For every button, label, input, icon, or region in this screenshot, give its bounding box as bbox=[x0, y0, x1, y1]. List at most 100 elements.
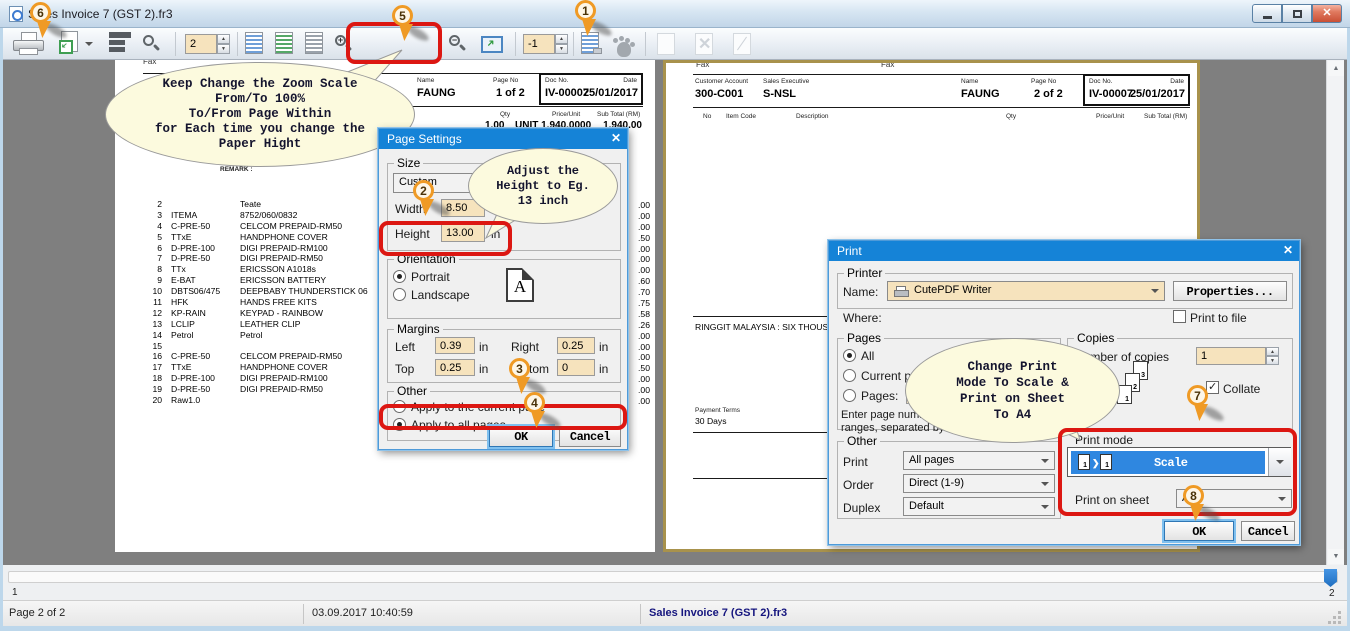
item-code: TTx bbox=[162, 264, 240, 275]
item-code: LCLIP bbox=[162, 319, 240, 330]
pages-range-radio[interactable] bbox=[843, 389, 856, 402]
item-code: Petrol bbox=[162, 330, 240, 341]
margin-right-input[interactable]: 0.25 bbox=[557, 337, 595, 354]
dialog-title: Page Settings bbox=[387, 132, 462, 146]
properties-button[interactable]: Properties... bbox=[1173, 281, 1287, 301]
resize-grip[interactable] bbox=[1338, 611, 1341, 614]
toolbar-divider bbox=[515, 32, 516, 56]
print-title-bar[interactable]: Print bbox=[829, 241, 1299, 261]
clipped-header-text: Fax bbox=[881, 63, 921, 69]
outline-button[interactable] bbox=[105, 32, 133, 58]
whole-page-icon bbox=[245, 32, 263, 54]
item-no: 10 bbox=[140, 286, 162, 297]
fullscreen-button[interactable] bbox=[481, 34, 507, 56]
pages-current-radio[interactable] bbox=[843, 369, 856, 382]
pages-all-radio[interactable] bbox=[843, 349, 856, 362]
qty-column-label: Qty bbox=[1006, 113, 1016, 120]
status-filename: Sales Invoice 7 (GST 2).fr3 bbox=[649, 607, 787, 619]
name-label: Name bbox=[417, 77, 434, 84]
order-select[interactable]: Direct (1-9) bbox=[903, 474, 1055, 493]
page-settings-title-bar[interactable]: Page Settings bbox=[379, 129, 627, 149]
copies-stepper[interactable]: ▲▼ bbox=[1266, 347, 1279, 367]
description-column-label: Description bbox=[796, 113, 829, 120]
edit-page-button[interactable] bbox=[611, 36, 641, 58]
portrait-radio[interactable] bbox=[393, 270, 406, 283]
item-code: C-PRE-50 bbox=[162, 351, 240, 362]
print-to-file-label: Print to file bbox=[1190, 311, 1247, 325]
amount-in-words: RINGGIT MALAYSIA : SIX THOUSAN bbox=[695, 322, 840, 332]
duplex-select[interactable]: Default bbox=[903, 497, 1055, 516]
date-label: Date bbox=[623, 77, 637, 84]
landscape-radio[interactable] bbox=[393, 288, 406, 301]
item-no: 2 bbox=[140, 199, 162, 210]
doc-number-box: Doc No. Date IV-00007 25/01/2017 bbox=[1083, 74, 1190, 106]
zoom-out-button[interactable]: − bbox=[449, 35, 471, 57]
spin-up-icon[interactable]: ▲ bbox=[1266, 347, 1279, 356]
collate-label: Collate bbox=[1223, 382, 1260, 396]
no-column-label: No bbox=[703, 113, 711, 120]
preview-app-icon bbox=[9, 6, 23, 22]
highlight-apply-all-pages bbox=[379, 404, 627, 430]
item-no: 4 bbox=[140, 221, 162, 232]
page-track-thumb[interactable] bbox=[1324, 569, 1337, 587]
margin-bottom-input[interactable]: 0 bbox=[557, 359, 595, 376]
edit-page-design-button bbox=[731, 32, 757, 58]
spin-up-icon[interactable]: ▲ bbox=[217, 34, 230, 44]
sales-executive-label: Sales Executive bbox=[763, 78, 809, 85]
highlight-height-field bbox=[379, 221, 512, 256]
copies-group-label: Copies bbox=[1074, 331, 1117, 345]
name-label: Name bbox=[961, 78, 978, 85]
new-page-button bbox=[655, 32, 681, 58]
margins-group-label: Margins bbox=[394, 322, 443, 336]
outline-icon bbox=[109, 32, 131, 54]
item-no: 19 bbox=[140, 384, 162, 395]
maximize-button[interactable] bbox=[1282, 4, 1312, 23]
subtotal-column-label: Sub Total (RM) bbox=[1144, 113, 1187, 120]
hand-tool-icon bbox=[617, 42, 631, 57]
item-code-column-label: Item Code bbox=[726, 113, 756, 120]
close-icon[interactable]: ✕ bbox=[611, 131, 621, 145]
status-page-info: Page 2 of 2 bbox=[9, 607, 65, 619]
margin-left-input[interactable]: 0.39 bbox=[435, 337, 475, 354]
item-no: 16 bbox=[140, 351, 162, 362]
vertical-scrollbar[interactable]: ▲ ▼ bbox=[1326, 60, 1344, 565]
print-cancel-button[interactable]: Cancel bbox=[1241, 521, 1295, 541]
track-end-label: 2 bbox=[1329, 588, 1335, 599]
step-badge-2: 2 bbox=[413, 180, 453, 224]
toolbar-divider bbox=[573, 32, 574, 56]
size-group-label: Size bbox=[394, 156, 423, 170]
step-badge-8: 8 bbox=[1183, 485, 1223, 529]
doc-number-box: Doc No. Date IV-00007 25/01/2017 bbox=[539, 73, 643, 105]
date-value: 25/01/2017 bbox=[1130, 88, 1185, 100]
thumbnail-size-value: 2 bbox=[185, 34, 217, 54]
spin-up-icon[interactable]: ▲ bbox=[555, 34, 568, 44]
close-icon[interactable]: ✕ bbox=[1283, 243, 1293, 257]
print-to-file-checkbox[interactable] bbox=[1173, 310, 1186, 323]
where-label: Where: bbox=[843, 311, 882, 325]
close-button[interactable]: ✕ bbox=[1312, 4, 1342, 23]
number-of-copies-input[interactable]: 1 bbox=[1196, 347, 1266, 365]
item-no: 8 bbox=[140, 264, 162, 275]
scroll-down-icon[interactable]: ▼ bbox=[1328, 549, 1344, 564]
callout-zoom-scale: Keep Change the Zoom Scale From/To 100% … bbox=[105, 62, 415, 167]
minimize-button[interactable] bbox=[1252, 4, 1282, 23]
find-button[interactable] bbox=[139, 33, 167, 59]
item-code bbox=[162, 199, 240, 210]
preview-window: Sales Invoice 7 (GST 2).fr3 ✕ bbox=[0, 0, 1350, 631]
page-offset-stepper[interactable]: -1 ▲▼ bbox=[523, 34, 568, 54]
spin-down-icon[interactable]: ▼ bbox=[1266, 356, 1279, 365]
page-track[interactable] bbox=[8, 571, 1338, 583]
print-select[interactable]: All pages bbox=[903, 451, 1055, 470]
item-no: 17 bbox=[140, 362, 162, 373]
printer-name-select[interactable]: CutePDF Writer bbox=[887, 281, 1165, 301]
item-code: KP-RAIN bbox=[162, 308, 240, 319]
spin-down-icon[interactable]: ▼ bbox=[217, 44, 230, 54]
thumbnail-size-stepper[interactable]: 2 ▲▼ bbox=[185, 34, 230, 54]
status-datetime: 03.09.2017 10:40:59 bbox=[312, 607, 413, 619]
spin-down-icon[interactable]: ▼ bbox=[555, 44, 568, 54]
scroll-up-icon[interactable]: ▲ bbox=[1328, 61, 1344, 76]
item-code: C-PRE-50 bbox=[162, 221, 240, 232]
margin-top-input[interactable]: 0.25 bbox=[435, 359, 475, 376]
export-dropdown-icon[interactable] bbox=[85, 42, 93, 46]
item-no: 14 bbox=[140, 330, 162, 341]
